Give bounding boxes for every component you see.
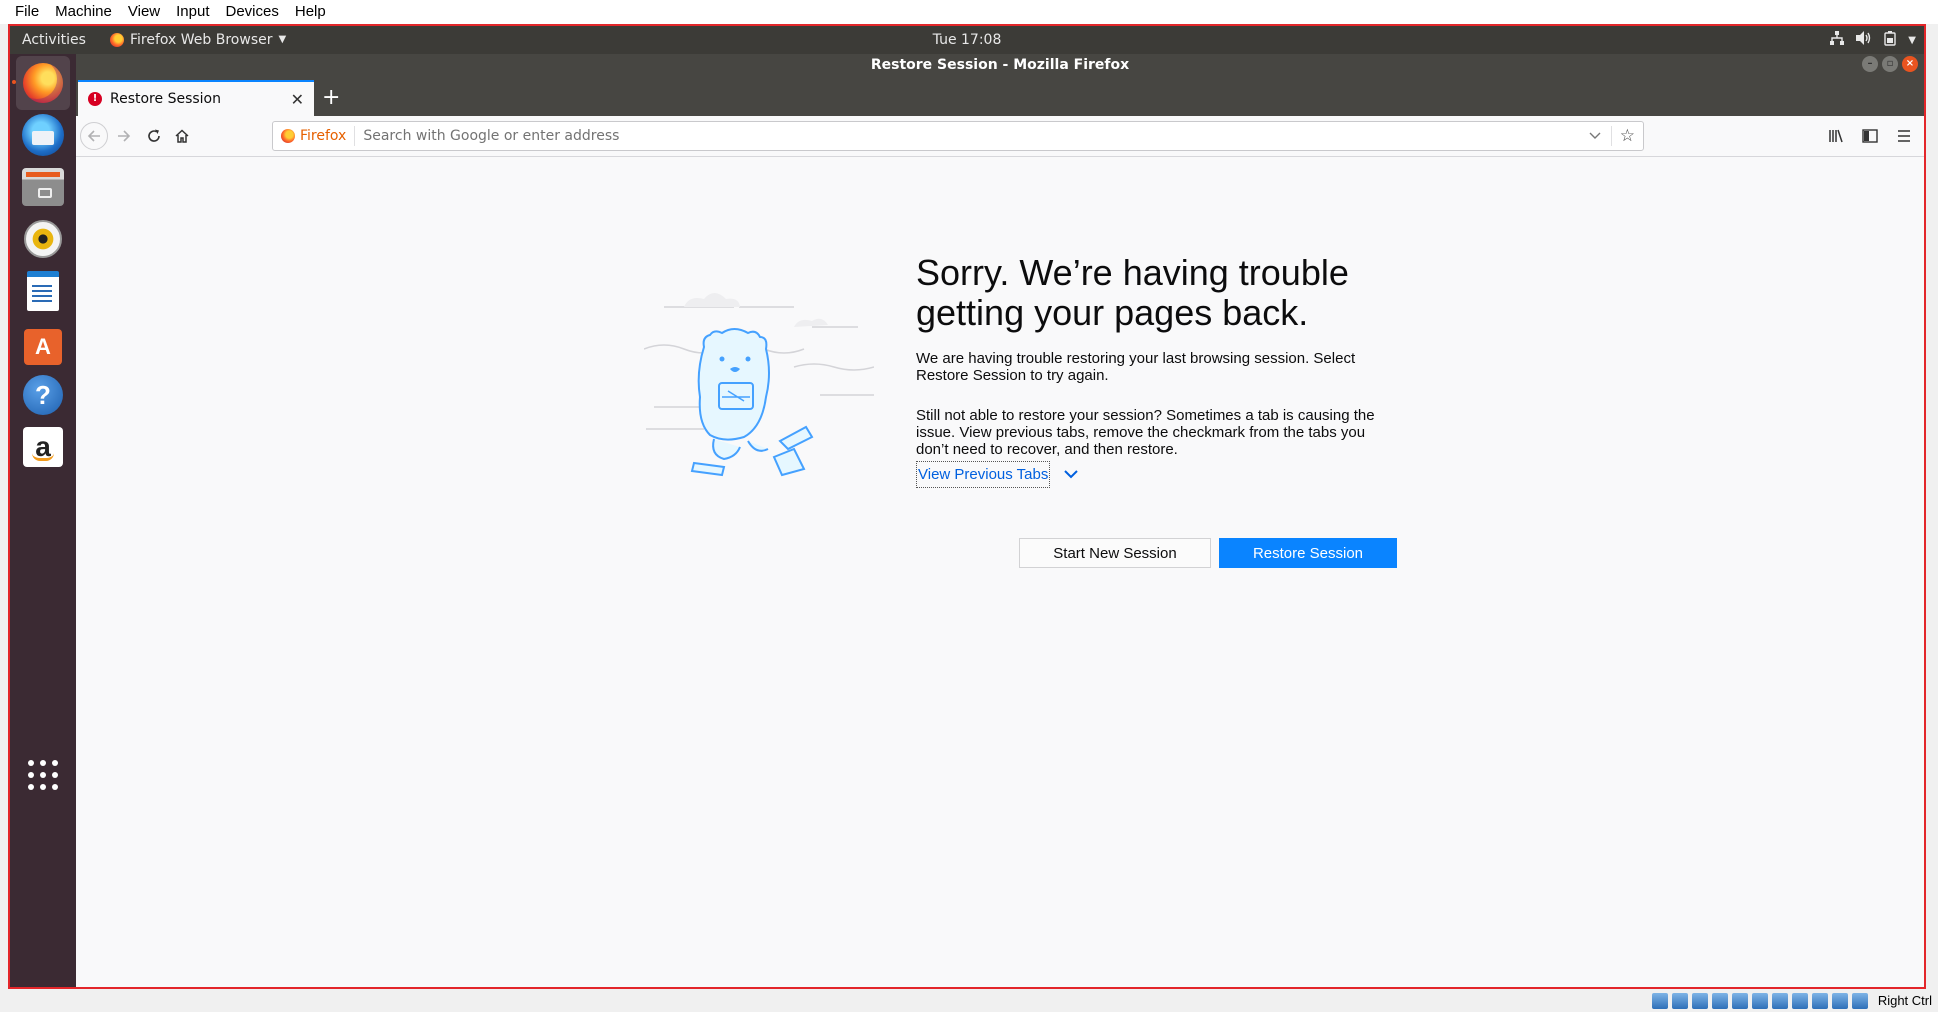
url-dropdown-icon[interactable]: [1579, 129, 1611, 143]
system-tray[interactable]: ▼: [1830, 26, 1916, 54]
audio-icon[interactable]: [1692, 993, 1708, 1009]
mouse-integration-icon[interactable]: [1832, 993, 1848, 1009]
volume-icon: [1856, 31, 1872, 49]
tab-restore-session[interactable]: ! Restore Session ✕: [78, 80, 314, 116]
dock-show-applications[interactable]: [16, 748, 70, 802]
video-capture-icon[interactable]: [1792, 993, 1808, 1009]
dock-files[interactable]: [16, 160, 70, 214]
host-key-label: Right Ctrl: [1877, 993, 1932, 1008]
error-icon: !: [88, 92, 102, 106]
arrow-left-icon: [87, 130, 100, 142]
host-menu-help[interactable]: Help: [287, 0, 334, 24]
dock-libreoffice-writer[interactable]: [16, 264, 70, 318]
maximize-button[interactable]: ▫: [1882, 56, 1898, 72]
close-window-button[interactable]: ×: [1902, 56, 1918, 72]
software-center-icon: A: [24, 329, 62, 365]
error-title: Sorry. We’re having trouble getting your…: [916, 252, 1349, 333]
host-menu-devices[interactable]: Devices: [218, 0, 287, 24]
dock-software-center[interactable]: A: [16, 316, 70, 370]
home-icon: [175, 129, 189, 143]
thunderbird-icon: [22, 114, 64, 156]
library-icon[interactable]: [1824, 122, 1848, 150]
network-icon: [1830, 31, 1845, 49]
dock-help[interactable]: ?: [16, 368, 70, 422]
tab-title: Restore Session: [110, 91, 221, 107]
network-adapter-icon[interactable]: [1712, 993, 1728, 1009]
window-controls: – ▫ ×: [1862, 56, 1918, 72]
shared-folders-icon[interactable]: [1752, 993, 1768, 1009]
host-menu-machine[interactable]: Machine: [47, 0, 120, 24]
optical-drive-icon[interactable]: [1672, 993, 1688, 1009]
new-tab-button[interactable]: +: [322, 86, 340, 110]
vbox-status-bar: Right Ctrl: [0, 990, 1938, 1012]
hard-disk-icon[interactable]: [1652, 993, 1668, 1009]
window-titlebar: Restore Session - Mozilla Firefox – ▫ ×: [76, 54, 1924, 76]
identity-box[interactable]: Firefox: [273, 126, 356, 146]
host-menu-view[interactable]: View: [120, 0, 168, 24]
reload-button[interactable]: [140, 122, 168, 150]
toolbar-right: [1824, 122, 1924, 150]
ubuntu-top-bar: Activities Firefox Web Browser ▼ Tue 17:…: [10, 26, 1924, 54]
reload-icon: [148, 129, 160, 142]
close-tab-icon[interactable]: ✕: [291, 90, 304, 109]
window-title: Restore Session - Mozilla Firefox: [870, 57, 1130, 73]
address-bar[interactable]: Firefox ☆: [272, 121, 1644, 151]
host-menu-input[interactable]: Input: [168, 0, 217, 24]
url-input[interactable]: [355, 128, 1579, 144]
error-hint: Still not able to restore your session? …: [916, 407, 1375, 458]
usb-icon[interactable]: [1732, 993, 1748, 1009]
ubuntu-dock: A ? a: [10, 54, 76, 987]
dock-amazon[interactable]: a: [16, 420, 70, 474]
forward-button[interactable]: [110, 122, 138, 150]
system-menu-caret-icon: ▼: [1908, 34, 1916, 46]
clock[interactable]: Tue 17:08: [10, 26, 1924, 54]
dock-thunderbird[interactable]: [16, 108, 70, 162]
bookmark-star-icon[interactable]: ☆: [1610, 126, 1643, 146]
back-button[interactable]: [80, 122, 108, 150]
files-icon: [22, 168, 64, 206]
libreoffice-writer-icon: [27, 271, 59, 311]
virtualization-icon[interactable]: [1812, 993, 1828, 1009]
host-menu-bar: File Machine View Input Devices Help: [0, 0, 1938, 24]
minimize-button[interactable]: –: [1862, 56, 1878, 72]
host-menu-file[interactable]: File: [0, 0, 47, 24]
chevron-down-icon[interactable]: [1064, 461, 1078, 487]
identity-label: Firefox: [300, 128, 347, 144]
rhythmbox-icon: [24, 220, 62, 258]
vm-display: Activities Firefox Web Browser ▼ Tue 17:…: [8, 24, 1926, 989]
home-button[interactable]: [168, 122, 196, 150]
amazon-icon: a: [23, 427, 63, 467]
restore-session-button[interactable]: Restore Session: [1219, 538, 1397, 568]
start-new-session-button[interactable]: Start New Session: [1019, 538, 1211, 568]
running-indicator: [12, 80, 16, 84]
dock-rhythmbox[interactable]: [16, 212, 70, 266]
sad-bear-illustration: [644, 293, 874, 477]
help-icon: ?: [23, 375, 63, 415]
error-description: We are having trouble restoring your las…: [916, 350, 1356, 384]
firefox-small-icon: [281, 129, 295, 143]
view-previous-tabs-button[interactable]: View Previous Tabs: [916, 461, 1051, 488]
page-content: Sorry. We’re having trouble getting your…: [76, 157, 1924, 987]
tab-strip: ! Restore Session ✕ +: [76, 76, 1924, 116]
vbox-device-icons: [1652, 993, 1868, 1009]
arrow-right-icon: [118, 130, 131, 142]
navigation-toolbar: Firefox ☆: [76, 116, 1924, 157]
firefox-window: Restore Session - Mozilla Firefox – ▫ × …: [76, 54, 1924, 987]
dock-firefox[interactable]: [12, 56, 70, 110]
show-applications-icon: [28, 760, 58, 790]
display-icon[interactable]: [1772, 993, 1788, 1009]
keyboard-icon[interactable]: [1852, 993, 1868, 1009]
hamburger-menu-icon[interactable]: [1892, 122, 1916, 150]
sidebar-icon[interactable]: [1858, 122, 1882, 150]
battery-icon: [1884, 30, 1896, 50]
firefox-icon: [23, 63, 63, 103]
